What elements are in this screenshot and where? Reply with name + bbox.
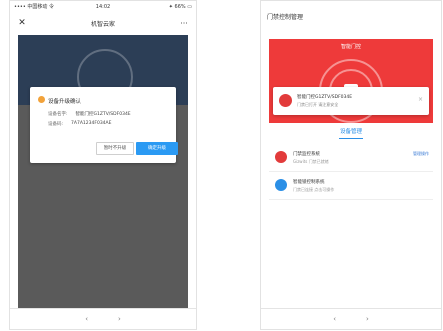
item-subtitle: Gizwits 门禁已就绪 (293, 159, 329, 164)
list-item[interactable]: 门禁监控系统 Gizwits 门禁已就绪 管理操作 (269, 147, 433, 172)
carrier: •••• 中国移动 令 (14, 4, 54, 10)
notification-title: 智能门控G1ZTV/SDF034E (297, 95, 353, 100)
browser-navbar: ‹ › (261, 308, 441, 329)
tab-underline (339, 138, 363, 139)
item-name: 门禁监控系统 (293, 152, 320, 157)
tab-device-management[interactable]: 设备管理 (261, 127, 441, 139)
lock-icon (275, 151, 287, 163)
notification-card[interactable]: 智能门控G1ZTV/SDF034E 门禁已打开 请注意安全 × (273, 87, 429, 115)
lock-icon (275, 179, 287, 191)
row-label: 设备码: (48, 122, 64, 127)
row-value: 智能门控G1ZTV/SDF034E (75, 112, 131, 117)
header-label: 智能门控 (340, 44, 361, 50)
page-title: 机智云家 (90, 20, 115, 28)
item-subtitle: 门禁已连接 点击可操作 (293, 187, 335, 192)
notification-text: 门禁已打开 请注意安全 (297, 102, 339, 107)
device-code-row: 设备码: 7A7A1234F034AE (48, 121, 111, 127)
upgrade-dialog: 设备升级确认 设备名字: 智能门控G1ZTV/SDF034E 设备码: 7A7A… (30, 87, 178, 163)
battery: ✦ 66% ▭ (168, 4, 192, 10)
more-icon[interactable]: ··· (172, 19, 196, 28)
page-title: 门禁控制管理 (267, 14, 304, 21)
forward-icon[interactable]: › (118, 315, 121, 323)
item-name: 智能锁控制系统 (293, 180, 325, 185)
phone-left: •••• 中国移动 令 14:02 ✦ 66% ▭ ✕ 机智云家 ··· 设备升… (9, 0, 197, 330)
close-icon[interactable]: × (418, 96, 423, 103)
row-label: 设备名字: (48, 112, 68, 117)
list-item[interactable]: 智能锁控制系统 门禁已连接 点击可操作 (269, 175, 433, 200)
row-value: 7A7A1234F034AE (71, 121, 112, 126)
forward-icon[interactable]: › (366, 315, 369, 323)
browser-navbar: ‹ › (10, 308, 196, 329)
device-name-row: 设备名字: 智能门控G1ZTV/SDF034E (48, 111, 131, 117)
device-header-red: 智能门控 智能门控G1ZTV/SDF034E 门禁已打开 请注意安全 × (269, 39, 433, 123)
dialog-title: 设备升级确认 (48, 99, 82, 105)
alarm-icon (279, 94, 292, 107)
warning-icon (38, 96, 45, 103)
close-icon[interactable]: ✕ (10, 18, 34, 28)
phone-right: 门禁控制管理 智能门控 智能门控G1ZTV/SDF034E 门禁已打开 请注意安… (260, 0, 442, 330)
back-icon[interactable]: ‹ (85, 315, 88, 323)
app-titlebar: ✕ 机智云家 ··· (10, 13, 196, 33)
confirm-button[interactable]: 确定升级 (136, 142, 178, 155)
app-screen-dimmed: 设备升级确认 设备名字: 智能门控G1ZTV/SDF034E 设备码: 7A7A… (18, 35, 188, 329)
item-action[interactable]: 管理操作 (413, 151, 429, 157)
status-bar: •••• 中国移动 令 14:02 ✦ 66% ▭ (10, 1, 196, 13)
clock: 14:02 (95, 4, 111, 10)
tab-label: 设备管理 (339, 129, 362, 135)
cancel-button[interactable]: 暂时不升级 (96, 142, 134, 155)
back-icon[interactable]: ‹ (333, 315, 336, 323)
